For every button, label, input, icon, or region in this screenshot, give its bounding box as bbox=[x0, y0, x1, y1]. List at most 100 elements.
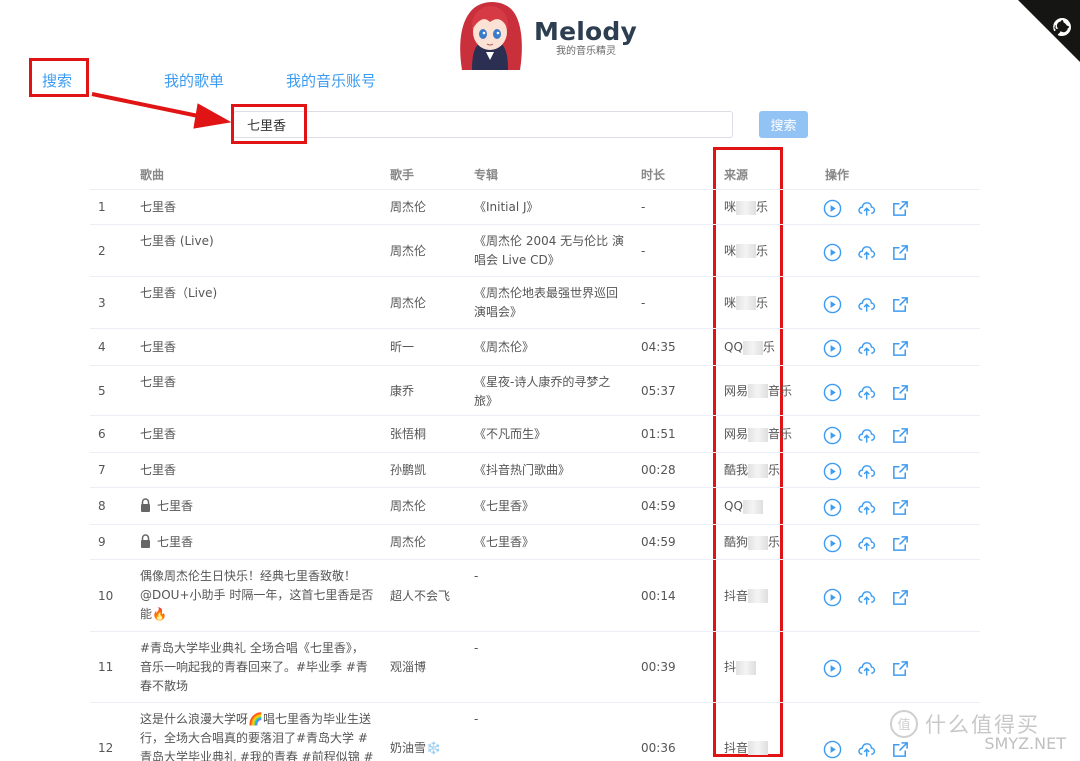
upload-icon[interactable] bbox=[857, 659, 876, 678]
source-suffix: 音乐 bbox=[768, 383, 793, 398]
song-title[interactable]: 七里香 bbox=[140, 198, 375, 217]
row-index: 2 bbox=[98, 243, 106, 258]
song-title[interactable]: 七里香 (Live) bbox=[140, 232, 375, 251]
play-icon[interactable] bbox=[823, 462, 842, 481]
play-icon[interactable] bbox=[823, 426, 842, 445]
upload-icon[interactable] bbox=[857, 199, 876, 218]
artist-name: 周杰伦 bbox=[390, 535, 427, 549]
source-prefix: 抖音 bbox=[724, 740, 749, 755]
external-link-icon[interactable] bbox=[891, 659, 910, 678]
upload-icon[interactable] bbox=[857, 295, 876, 314]
results-table: 歌曲 歌手 专辑 时长 来源 操作 1 七里香 周杰伦 《Initial J》 - 咪乐 2… bbox=[90, 157, 980, 761]
song-title[interactable]: 七里香 bbox=[140, 373, 375, 392]
play-icon[interactable] bbox=[823, 339, 842, 358]
upload-icon[interactable] bbox=[857, 588, 876, 607]
source-prefix: 咪 bbox=[724, 200, 737, 214]
album-name: 《星夜-诗人康乔的寻梦之旅》 bbox=[474, 375, 611, 408]
source-suffix: 乐 bbox=[768, 535, 781, 549]
source-prefix: QQ bbox=[724, 340, 743, 354]
external-link-icon[interactable] bbox=[891, 243, 910, 262]
row-actions bbox=[823, 462, 910, 481]
upload-icon[interactable] bbox=[857, 740, 876, 759]
play-icon[interactable] bbox=[823, 498, 842, 517]
source-prefix: 咪 bbox=[724, 243, 737, 258]
row-index: 7 bbox=[98, 463, 106, 477]
song-title[interactable]: 七里香 bbox=[140, 533, 375, 552]
song-title-text: 七里香 bbox=[157, 499, 194, 513]
album-name: 《Initial J》 bbox=[474, 200, 539, 214]
row-index: 8 bbox=[98, 499, 106, 513]
col-artist: 歌手 bbox=[390, 168, 415, 182]
upload-icon[interactable] bbox=[857, 462, 876, 481]
source-name: 抖音 bbox=[724, 587, 769, 606]
song-title[interactable]: 这是什么浪漫大学呀🌈唱七里香为毕业生送行，全场大合唱真的要落泪了#青岛大学 #青… bbox=[140, 710, 375, 761]
highlight-box-search-tab bbox=[29, 58, 89, 97]
artist-name: 超人不会飞 bbox=[390, 588, 451, 603]
row-index: 5 bbox=[98, 383, 106, 398]
external-link-icon[interactable] bbox=[891, 199, 910, 218]
source-suffix: 乐 bbox=[756, 243, 769, 258]
col-song: 歌曲 bbox=[140, 168, 165, 182]
song-title-text: 这是什么浪漫大学呀🌈唱七里香为毕业生送行，全场大合唱真的要落泪了#青岛大学 #青… bbox=[140, 712, 374, 761]
external-link-icon[interactable] bbox=[891, 740, 910, 759]
search-button[interactable]: 搜索 bbox=[759, 111, 808, 138]
song-title-text: 七里香（Live) bbox=[140, 286, 218, 300]
song-title-text: 七里香 bbox=[157, 535, 194, 549]
search-input[interactable] bbox=[233, 111, 733, 138]
play-icon[interactable] bbox=[823, 243, 842, 262]
source-blur bbox=[748, 589, 769, 603]
song-title-text: 七里香 bbox=[140, 427, 177, 441]
external-link-icon[interactable] bbox=[891, 295, 910, 314]
table-row: 4 七里香 昕一 《周杰伦》 04:35 QQ 乐 bbox=[90, 329, 980, 366]
col-album: 专辑 bbox=[474, 168, 499, 182]
play-icon[interactable] bbox=[823, 383, 842, 402]
song-title-text: 七里香 bbox=[140, 340, 177, 354]
source-prefix: QQ bbox=[724, 499, 743, 513]
external-link-icon[interactable] bbox=[891, 426, 910, 445]
source-name: 咪乐 bbox=[724, 198, 768, 217]
duration: 05:37 bbox=[641, 383, 676, 398]
github-corner-icon[interactable] bbox=[1018, 0, 1080, 62]
song-title[interactable]: 七里香（Live) bbox=[140, 284, 375, 303]
artist-name: 孙鹏凯 bbox=[390, 463, 427, 477]
play-icon[interactable] bbox=[823, 588, 842, 607]
source-blur bbox=[736, 296, 757, 310]
duration: 00:39 bbox=[641, 660, 676, 674]
song-title[interactable]: #青岛大学毕业典礼 全场合唱《七里香》，音乐一响起我的青春回来了。#毕业季 #青… bbox=[140, 639, 375, 696]
song-title[interactable]: 七里香 bbox=[140, 425, 375, 444]
play-icon[interactable] bbox=[823, 534, 842, 553]
external-link-icon[interactable] bbox=[891, 534, 910, 553]
source-suffix: 乐 bbox=[768, 463, 781, 477]
play-icon[interactable] bbox=[823, 199, 842, 218]
tab-music-account[interactable]: 我的音乐账号 bbox=[286, 70, 376, 91]
song-title[interactable]: 七里香 bbox=[140, 461, 375, 480]
upload-icon[interactable] bbox=[857, 383, 876, 402]
table-row: 9 七里香 周杰伦 《七里香》 04:59 酷狗 乐 bbox=[90, 525, 980, 560]
external-link-icon[interactable] bbox=[891, 462, 910, 481]
external-link-icon[interactable] bbox=[891, 383, 910, 402]
album-name: 《抖音热门歌曲》 bbox=[474, 463, 571, 477]
upload-icon[interactable] bbox=[857, 339, 876, 358]
upload-icon[interactable] bbox=[857, 498, 876, 517]
play-icon[interactable] bbox=[823, 740, 842, 759]
play-icon[interactable] bbox=[823, 295, 842, 314]
external-link-icon[interactable] bbox=[891, 498, 910, 517]
source-name: 抖 bbox=[724, 658, 757, 677]
row-index: 10 bbox=[98, 588, 114, 603]
table-row: 11 #青岛大学毕业典礼 全场合唱《七里香》，音乐一响起我的青春回来了。#毕业季 … bbox=[90, 632, 980, 703]
source-suffix: 音乐 bbox=[768, 427, 793, 441]
source-blur bbox=[742, 340, 763, 355]
play-icon[interactable] bbox=[823, 659, 842, 678]
upload-icon[interactable] bbox=[857, 243, 876, 262]
row-index: 11 bbox=[98, 660, 114, 674]
upload-icon[interactable] bbox=[857, 534, 876, 553]
song-title[interactable]: 七里香 bbox=[140, 497, 375, 516]
song-title[interactable]: 偶像周杰伦生日快乐！经典七里香致敬！@DOU+小助手 时隔一年，这首七里香是否能… bbox=[140, 567, 375, 624]
external-link-icon[interactable] bbox=[891, 339, 910, 358]
upload-icon[interactable] bbox=[857, 426, 876, 445]
table-row: 1 七里香 周杰伦 《Initial J》 - 咪乐 bbox=[90, 190, 980, 225]
source-blur bbox=[748, 463, 769, 478]
row-actions bbox=[823, 659, 910, 678]
external-link-icon[interactable] bbox=[891, 588, 910, 607]
song-title[interactable]: 七里香 bbox=[140, 338, 375, 357]
